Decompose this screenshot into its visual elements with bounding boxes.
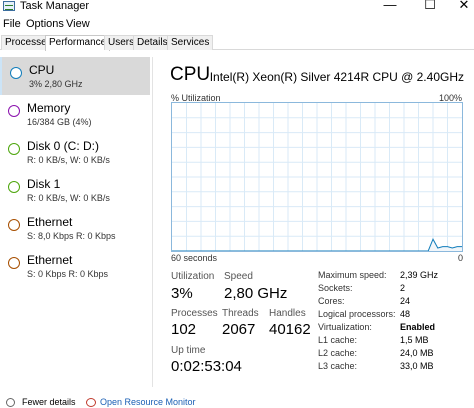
sidebar-item-detail: R: 0 KB/s, W: 0 KB/s xyxy=(27,193,110,203)
menu-options[interactable]: Options xyxy=(26,16,64,32)
spec-value: 1,5 MB xyxy=(400,335,429,345)
sidebar-item-label: Disk 0 (C: D:) xyxy=(27,139,99,153)
spec-value: 24,0 MB xyxy=(400,348,434,358)
sidebar-item-label: Memory xyxy=(27,101,71,115)
ethernet-ring-icon xyxy=(8,257,20,269)
menu-file[interactable]: File xyxy=(3,16,21,32)
sidebar-item-ethernet-1[interactable]: Ethernet S: 8,0 Kbps R: 0 Kbps xyxy=(0,209,150,247)
open-resource-monitor-link[interactable]: Open Resource Monitor xyxy=(100,397,196,408)
disk-ring-icon xyxy=(8,181,20,193)
spec-label: L1 cache: xyxy=(318,335,358,345)
spec-label: L2 cache: xyxy=(318,348,358,358)
spec-value: 2,39 GHz xyxy=(400,270,439,280)
uptime-label: Up time xyxy=(171,345,206,356)
tab-bar: Processes Performance Users Details Serv… xyxy=(0,35,474,51)
threads-label: Threads xyxy=(222,308,259,319)
sidebar-item-detail: 16/384 GB (4%) xyxy=(27,117,92,127)
collapse-arrow-icon[interactable] xyxy=(6,398,15,407)
threads-value: 2067 xyxy=(222,321,256,338)
title-bar: Task Manager — ☐ ✕ xyxy=(0,0,474,14)
close-button[interactable]: ✕ xyxy=(444,0,474,12)
spec-label: Maximum speed: xyxy=(318,270,387,280)
spec-label: Logical processors: xyxy=(318,309,396,319)
sidebar-item-label: Ethernet xyxy=(27,253,73,267)
sidebar-item-label: Ethernet xyxy=(27,215,73,229)
sidebar-item-cpu[interactable]: CPU 3% 2,80 GHz xyxy=(0,57,150,95)
handles-value: 40162 xyxy=(269,321,311,338)
menu-bar: File Options View xyxy=(0,16,474,32)
spec-value: Enabled xyxy=(400,322,436,332)
spec-value: 24 xyxy=(400,296,411,306)
sidebar-item-detail: R: 0 KB/s, W: 0 KB/s xyxy=(27,155,110,165)
processes-label: Processes xyxy=(171,308,218,319)
resource-sidebar: CPU 3% 2,80 GHz Memory 16/384 GB (4%) Di… xyxy=(0,57,150,387)
spec-label: Virtualization: xyxy=(318,322,372,332)
sidebar-item-ethernet-2[interactable]: Ethernet S: 0 Kbps R: 0 Kbps xyxy=(0,247,150,285)
graph-time-span-label: 60 seconds xyxy=(171,253,218,263)
speed-label: Speed xyxy=(224,271,253,282)
cpu-utilization-graph xyxy=(171,102,463,252)
sidebar-item-disk-1[interactable]: Disk 1 R: 0 KB/s, W: 0 KB/s xyxy=(0,171,150,209)
resource-monitor-icon xyxy=(86,398,96,407)
spec-value: 33,0 MB xyxy=(400,361,434,371)
spec-value: 2 xyxy=(400,283,406,293)
spec-label: L3 cache: xyxy=(318,361,358,371)
uptime-value: 0:02:53:04 xyxy=(171,358,242,375)
sidebar-item-memory[interactable]: Memory 16/384 GB (4%) xyxy=(0,95,150,133)
ethernet-ring-icon xyxy=(8,219,20,231)
tab-performance[interactable]: Performance xyxy=(45,35,111,51)
fewer-details-link[interactable]: Fewer details xyxy=(22,397,76,408)
tab-services[interactable]: Services xyxy=(167,35,214,50)
disk-ring-icon xyxy=(8,143,20,155)
speed-value: 2,80 GHz xyxy=(224,285,288,302)
spec-label: Sockets: xyxy=(318,283,353,293)
utilization-value: 3% xyxy=(171,285,193,302)
page-title: CPU xyxy=(170,64,211,85)
sidebar-item-label: Disk 1 xyxy=(27,177,61,191)
minimize-button[interactable]: — xyxy=(370,0,410,12)
window-title: Task Manager xyxy=(20,0,90,12)
sidebar-item-label: CPU xyxy=(29,63,55,77)
memory-ring-icon xyxy=(8,105,20,117)
footer-bar: Fewer details Open Resource Monitor xyxy=(0,397,474,408)
processes-value: 102 xyxy=(171,321,197,338)
handles-label: Handles xyxy=(269,308,306,319)
tab-details[interactable]: Details xyxy=(133,35,172,50)
spec-value: 48 xyxy=(400,309,411,319)
sidebar-item-disk-0[interactable]: Disk 0 (C: D:) R: 0 KB/s, W: 0 KB/s xyxy=(0,133,150,171)
sidebar-divider xyxy=(152,57,153,387)
utilization-label: Utilization xyxy=(171,271,215,282)
task-manager-icon xyxy=(3,1,15,11)
graph-time-zero-label: 0 xyxy=(458,253,464,263)
cpu-model-name: Intel(R) Xeon(R) Silver 4214R CPU @ 2.40… xyxy=(209,70,464,84)
sidebar-item-detail: S: 8,0 Kbps R: 0 Kbps xyxy=(27,231,116,241)
menu-view[interactable]: View xyxy=(66,16,90,32)
spec-label: Cores: xyxy=(318,296,345,306)
sidebar-item-detail: S: 0 Kbps R: 0 Kbps xyxy=(27,269,109,279)
sidebar-item-detail: 3% 2,80 GHz xyxy=(29,79,83,89)
cpu-ring-icon xyxy=(10,67,22,79)
graph-canvas xyxy=(172,103,462,251)
